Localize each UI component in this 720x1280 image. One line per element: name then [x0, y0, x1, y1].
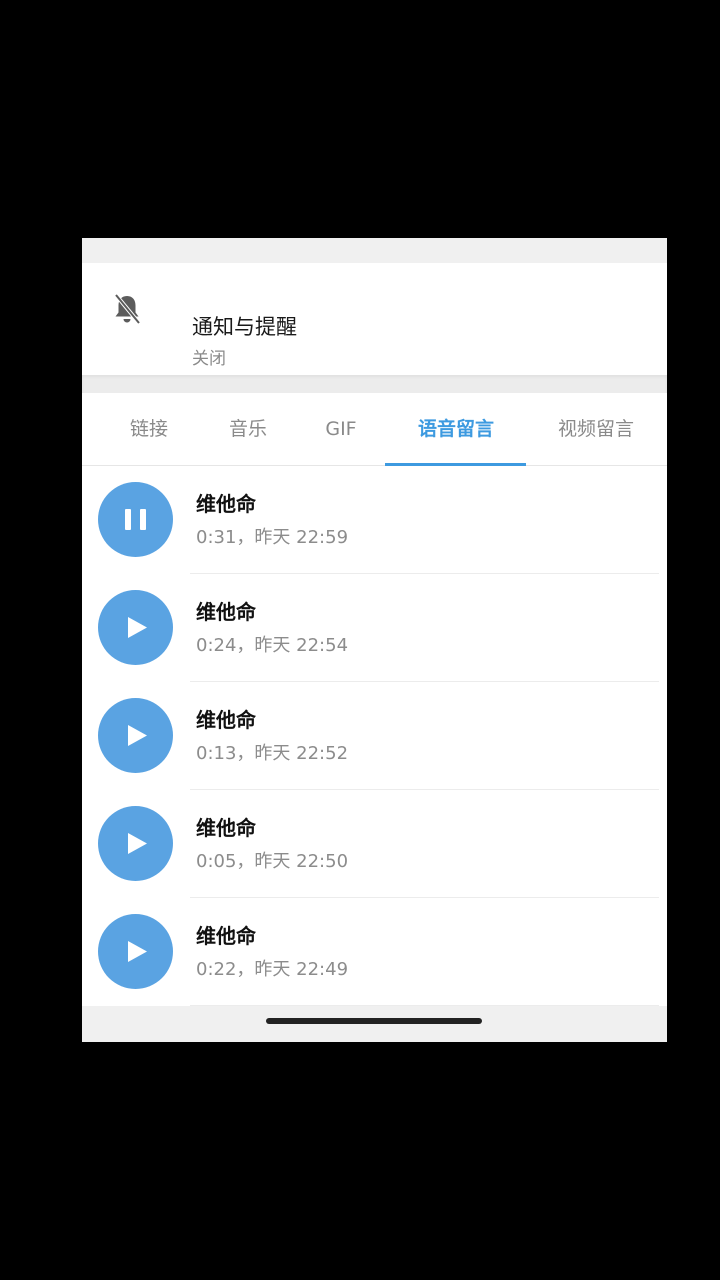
bottom-area: [82, 1006, 667, 1042]
tab-voice-messages[interactable]: 语音留言: [400, 393, 512, 465]
message-sender: 维他命: [196, 924, 256, 948]
play-icon: [128, 833, 147, 854]
tab-music[interactable]: 音乐: [213, 393, 283, 465]
voice-message-item[interactable]: 维他命 0:05，昨天 22:50: [82, 790, 667, 898]
play-button[interactable]: [98, 914, 173, 989]
play-button[interactable]: [98, 806, 173, 881]
message-duration-time: 0:24，昨天 22:54: [196, 635, 349, 656]
voice-message-item[interactable]: 维他命 0:13，昨天 22:52: [82, 682, 667, 790]
notifications-title: 通知与提醒: [192, 315, 297, 339]
media-tabs: 链接 音乐 GIF 语音留言 视频留言: [82, 393, 667, 466]
message-sender: 维他命: [196, 816, 256, 840]
message-sender: 维他命: [196, 492, 256, 516]
play-icon: [128, 725, 147, 746]
notifications-status: 关闭: [192, 349, 226, 369]
phone-screen: 通知与提醒 关闭 链接 音乐 GIF 语音留言 视频留言 维他命 0:31，昨天…: [82, 238, 667, 1042]
tab-video-messages[interactable]: 视频留言: [540, 393, 652, 465]
pause-button[interactable]: [98, 482, 173, 557]
play-icon: [128, 617, 147, 638]
home-indicator[interactable]: [266, 1018, 482, 1024]
message-sender: 维他命: [196, 708, 256, 732]
tab-gif[interactable]: GIF: [306, 393, 376, 465]
top-spacer: [82, 238, 667, 263]
message-duration-time: 0:05，昨天 22:50: [196, 851, 349, 872]
notifications-setting-row[interactable]: 通知与提醒 关闭: [82, 263, 667, 375]
tab-links[interactable]: 链接: [114, 393, 184, 465]
message-duration-time: 0:22，昨天 22:49: [196, 959, 349, 980]
section-divider: [82, 375, 667, 393]
bell-off-icon: [112, 293, 142, 327]
pause-icon: [125, 509, 146, 530]
play-icon: [128, 941, 147, 962]
voice-message-item[interactable]: 维他命 0:24，昨天 22:54: [82, 574, 667, 682]
play-button[interactable]: [98, 698, 173, 773]
voice-message-item[interactable]: 维他命 0:22，昨天 22:49: [82, 898, 667, 1006]
play-button[interactable]: [98, 590, 173, 665]
message-duration-time: 0:13，昨天 22:52: [196, 743, 349, 764]
message-duration-time: 0:31，昨天 22:59: [196, 527, 349, 548]
voice-message-item[interactable]: 维他命 0:31，昨天 22:59: [82, 466, 667, 574]
voice-message-list: 维他命 0:31，昨天 22:59 维他命 0:24，昨天 22:54 维他命 …: [82, 466, 667, 1006]
message-sender: 维他命: [196, 600, 256, 624]
